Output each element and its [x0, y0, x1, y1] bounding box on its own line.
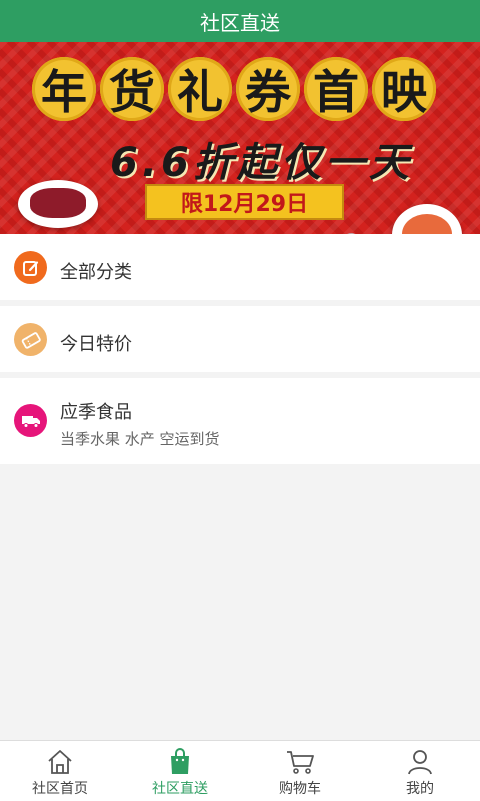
menu-item-label: 今日特价	[60, 334, 132, 355]
cart-icon	[285, 748, 315, 776]
banner-title-char: 首	[304, 57, 368, 121]
home-icon	[45, 748, 75, 776]
meat-plate-image	[18, 180, 98, 228]
tab-label: 购物车	[279, 781, 321, 797]
banner-subtitle: 6.6折起仅一天	[110, 140, 413, 186]
shopping-bag-icon	[165, 748, 195, 776]
banner-title-char: 货	[100, 57, 164, 121]
banner-title-char: 券	[236, 57, 300, 121]
tab-mine[interactable]: 我的	[360, 741, 480, 801]
edit-icon	[14, 251, 47, 284]
banner-title-char: 映	[372, 57, 436, 121]
menu-item-today-special[interactable]: 今日特价	[0, 306, 480, 372]
ticket-icon	[14, 323, 47, 356]
banner-date-label: 限12月29日	[145, 184, 344, 220]
menu-item-all-categories[interactable]: 全部分类	[0, 234, 480, 300]
tab-community-delivery[interactable]: 社区直送	[120, 741, 240, 801]
menu-item-label: 应季食品	[60, 402, 132, 423]
bottom-tab-bar: 社区首页 社区直送 购物车 我的	[0, 740, 480, 801]
menu-item-label: 全部分类	[60, 262, 132, 283]
user-icon	[405, 748, 435, 776]
menu-item-description: 当季水果 水产 空运到货	[60, 430, 220, 448]
promo-banner[interactable]: 年 货 礼 券 首 映 6.6折起仅一天 限12月29日	[0, 42, 480, 234]
tab-label: 社区直送	[152, 781, 208, 797]
tab-cart[interactable]: 购物车	[240, 741, 360, 801]
banner-title: 年 货 礼 券 首 映	[24, 54, 444, 124]
banner-title-char: 礼	[168, 57, 232, 121]
menu-item-seasonal-food[interactable]: 应季食品 当季水果 水产 空运到货	[0, 378, 480, 464]
tab-label: 我的	[406, 781, 434, 797]
tab-community-home[interactable]: 社区首页	[0, 741, 120, 801]
app-header: 社区直送	[0, 0, 480, 42]
tab-label: 社区首页	[32, 781, 88, 797]
truck-icon	[14, 404, 47, 437]
banner-title-char: 年	[32, 57, 96, 121]
page-title: 社区直送	[200, 10, 280, 35]
